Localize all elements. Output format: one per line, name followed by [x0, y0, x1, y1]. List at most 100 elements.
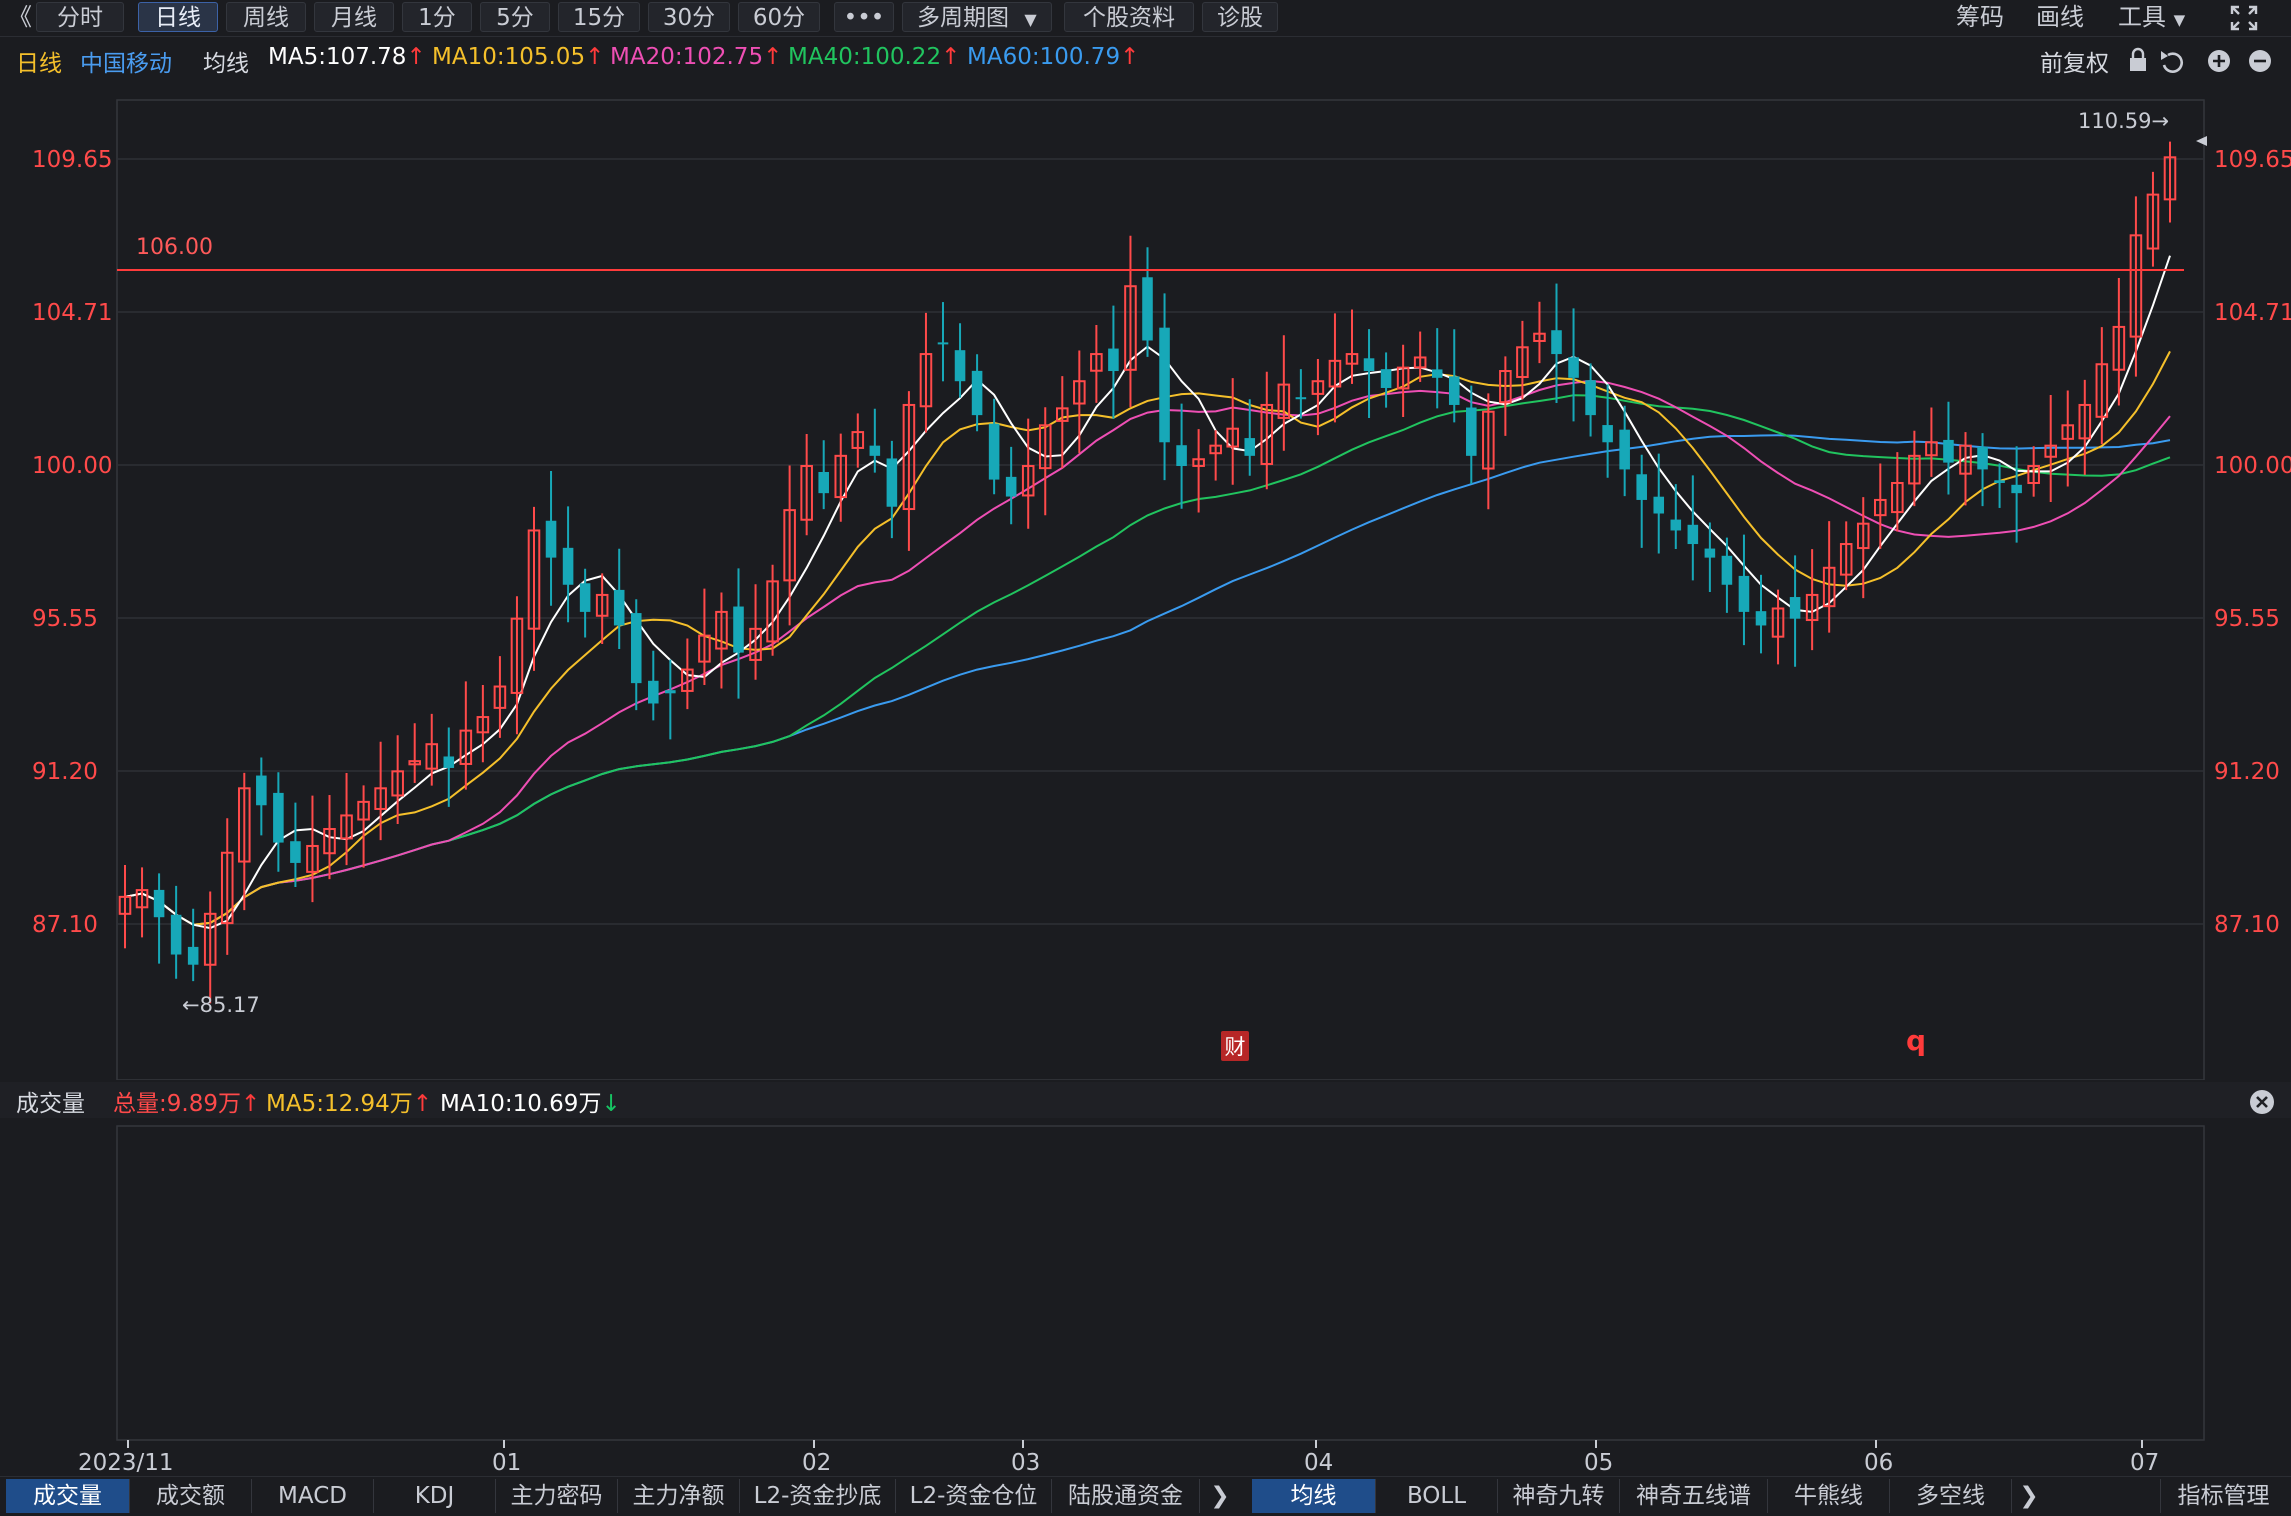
volume-ma10: MA10:10.69万↓: [440, 1091, 621, 1117]
ma60-value: MA60:100.79↑: [967, 44, 1140, 70]
tab-boll[interactable]: BOLL: [1376, 1479, 1498, 1513]
candle-body: [1738, 575, 1750, 612]
chips-button[interactable]: 筹码: [1956, 2, 2004, 32]
tab-macd[interactable]: MACD: [252, 1479, 374, 1513]
candle-body: [1619, 429, 1630, 470]
close-volume-icon[interactable]: [2248, 1088, 2276, 1116]
candle-body: [170, 914, 182, 955]
stock-info-button[interactable]: 个股资料: [1064, 2, 1194, 32]
candle-body: [1448, 376, 1460, 405]
tab-magic-five[interactable]: 神奇五线谱: [1620, 1479, 1768, 1513]
tab-magic-nine[interactable]: 神奇九转: [1498, 1479, 1620, 1513]
tab-period-30min[interactable]: 30分: [648, 2, 730, 32]
undo-icon[interactable]: [2161, 51, 2183, 73]
candle-body: [1159, 327, 1170, 443]
lock-icon[interactable]: [2130, 47, 2146, 71]
tab-long-short[interactable]: 多空线: [1890, 1479, 2012, 1513]
zoom-out-icon[interactable]: [2249, 50, 2271, 72]
tab-main-code[interactable]: 主力密码: [496, 1479, 618, 1513]
indicator-manage-button[interactable]: 指标管理: [2160, 1479, 2286, 1513]
tab-period-monthly[interactable]: 月线: [314, 2, 394, 32]
candle-body: [1380, 369, 1392, 388]
ma10-value: MA10:105.05↑: [432, 44, 605, 70]
ma-label[interactable]: 均线: [203, 44, 249, 78]
tab-period-5min[interactable]: 5分: [480, 2, 550, 32]
candle-body: [1755, 611, 1767, 626]
diagnose-button[interactable]: 诊股: [1202, 2, 1278, 32]
date-tick-label: 04: [1304, 1450, 1333, 1476]
more-periods-button[interactable]: •••: [834, 2, 894, 32]
tab-period-intraday[interactable]: 分时: [36, 2, 124, 32]
period-label: 日线: [16, 51, 62, 77]
plot-frame: [116, 99, 2205, 1080]
candle-body: [1670, 519, 1682, 531]
caret-down-icon: ▼: [2173, 11, 2186, 29]
finance-event-label: 财: [1225, 1035, 1246, 1059]
candle-body: [187, 946, 199, 965]
chevron-right-icon-2[interactable]: ❯: [2012, 1479, 2046, 1513]
candle-body: [1704, 548, 1716, 558]
price-tick-right: 95.55: [2214, 606, 2280, 632]
volume-title: 成交量: [16, 1091, 85, 1117]
adjust-mode[interactable]: 前复权: [2040, 44, 2109, 78]
price-gridlines: [117, 158, 2204, 925]
tab-turnover[interactable]: 成交额: [130, 1479, 252, 1513]
volume-chart[interactable]: 27.8227.8220.8620.8613.9113.916.956.95万万…: [0, 1118, 2291, 1476]
candle-body: [1585, 380, 1596, 416]
date-axis: 2023/11 01 02 03 04 05 06 07: [78, 1440, 2159, 1476]
candle-body: [290, 841, 301, 863]
candle-body: [1636, 474, 1647, 500]
price-tick-left: 95.55: [32, 606, 98, 632]
tab-l2-position[interactable]: L2-资金仓位: [896, 1479, 1052, 1513]
draw-line-button[interactable]: 画线: [2036, 2, 2084, 32]
candle-body: [648, 680, 659, 704]
price-tick-left: 109.65: [32, 147, 112, 173]
tools-dropdown[interactable]: 工具 ▼: [2118, 2, 2185, 32]
candle-body: [1568, 357, 1579, 378]
candle-body: [579, 583, 591, 612]
chart-controls: [2130, 47, 2271, 73]
ma-legend-bar: 日线 中国移动 均线 MA5:107.78↑ MA10:105.05↑ MA20…: [0, 42, 2291, 78]
volume-ma5: MA5:12.94万↑: [266, 1091, 433, 1117]
tab-main-net[interactable]: 主力净额: [618, 1479, 740, 1513]
back-icon[interactable]: 《: [8, 2, 36, 32]
tab-bull-bear[interactable]: 牛熊线: [1768, 1479, 1890, 1513]
candle-body: [886, 458, 898, 507]
candle-body: [1466, 407, 1477, 456]
tab-period-daily[interactable]: 日线: [138, 2, 218, 32]
stock-name[interactable]: 中国移动: [80, 44, 172, 78]
ma40-value: MA40:100.22↑: [788, 44, 961, 70]
candle-body: [1602, 425, 1613, 443]
candle-body: [1363, 358, 1375, 372]
candlestick-chart[interactable]: 106.00 110.59→ ←85.17 财 q 109.65 109.6510…: [0, 80, 2291, 1080]
tab-ma-overlay[interactable]: 均线: [1252, 1479, 1376, 1513]
tab-northbound[interactable]: 陆股通资金: [1052, 1479, 1200, 1513]
candle-body: [2011, 484, 2022, 494]
candle-body: [665, 690, 676, 694]
candle-body: [1551, 330, 1562, 355]
q-event-marker[interactable]: q: [1906, 1024, 1926, 1057]
candle-body: [545, 520, 557, 558]
candle-body: [153, 889, 165, 918]
multi-period-dropdown[interactable]: 多周期图 ▼: [902, 2, 1052, 32]
date-tick-label: 05: [1584, 1450, 1613, 1476]
tab-period-1min[interactable]: 1分: [402, 2, 472, 32]
low-price-label: ←85.17: [182, 993, 260, 1017]
tab-l2-bottom[interactable]: L2-资金抄底: [740, 1479, 896, 1513]
tab-kdj[interactable]: KDJ: [374, 1479, 496, 1513]
candle-body: [613, 589, 625, 626]
candle-body: [256, 775, 267, 806]
date-tick-label: 06: [1864, 1450, 1893, 1476]
tab-period-60min[interactable]: 60分: [738, 2, 820, 32]
zoom-in-icon[interactable]: [2208, 50, 2230, 72]
price-tick-left: 87.10: [32, 912, 98, 938]
chevron-right-icon[interactable]: ❯: [1204, 1479, 1236, 1513]
tab-volume[interactable]: 成交量: [6, 1479, 130, 1513]
tab-period-15min[interactable]: 15分: [558, 2, 640, 32]
fullscreen-icon[interactable]: [2228, 3, 2260, 33]
volume-total: 总量:9.89万↑: [113, 1091, 261, 1117]
candle-body: [1721, 555, 1733, 585]
tab-period-weekly[interactable]: 周线: [226, 2, 306, 32]
candle-body: [562, 547, 574, 585]
price-tick-right: 109.65: [2214, 147, 2291, 173]
